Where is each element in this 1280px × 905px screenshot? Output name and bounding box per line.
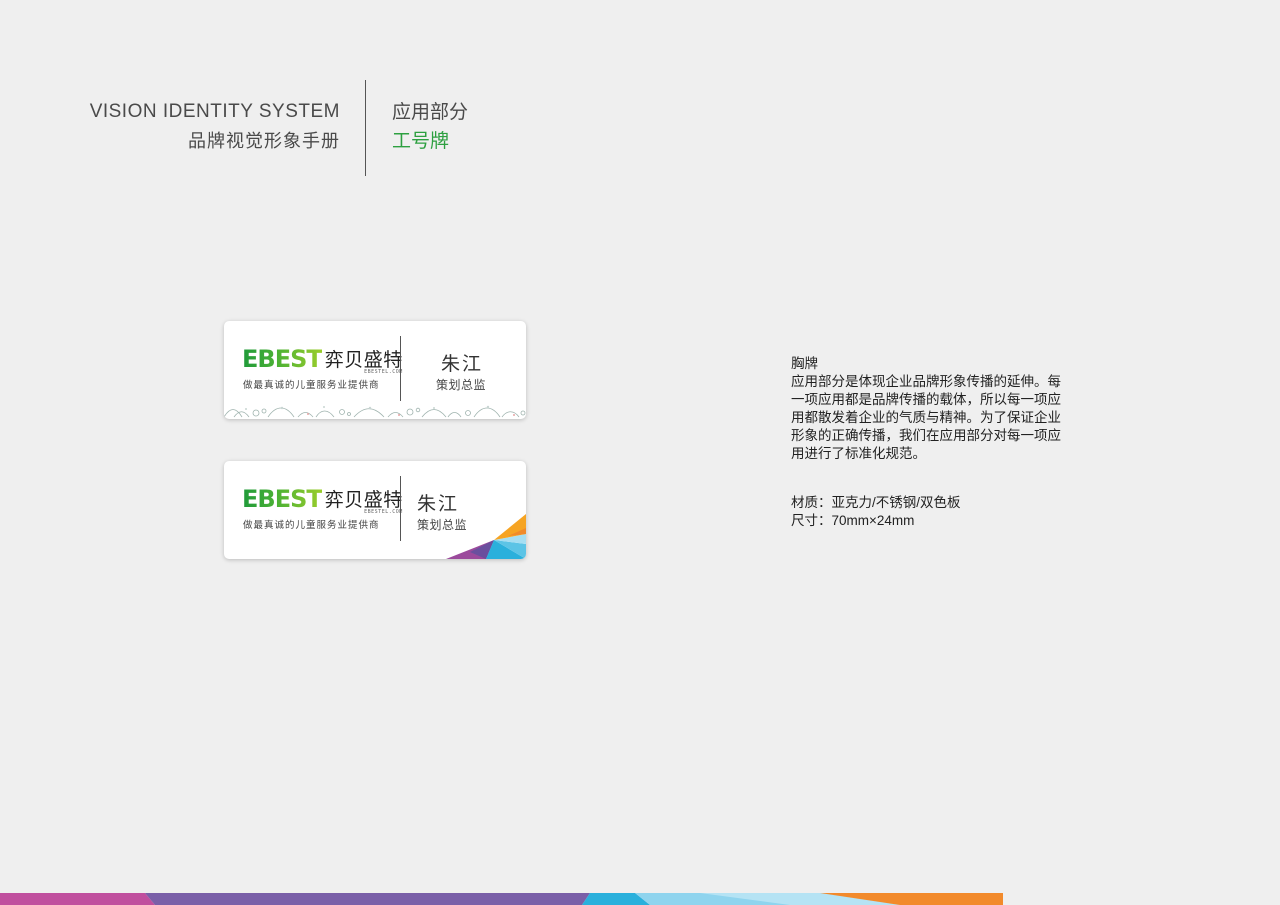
logo-wordmark-cn-group: 弈贝盛特 EBESTEL.COM: [324, 489, 403, 515]
brand-logo: EBEST 弈贝盛特 EBESTEL.COM: [242, 485, 403, 515]
person-title: 策划总监: [436, 378, 487, 392]
floral-border-decoration: [224, 405, 526, 418]
spec-material: 材质：亚克力/不锈钢/双色板: [791, 495, 961, 510]
description: 胸牌 应用部分是体现企业品牌形象传播的延伸。每一项应用都是品牌传播的载体，所以每…: [791, 355, 1071, 463]
name-badge-floral: EBEST 弈贝盛特 EBESTEL.COM 做最真诚的儿童服务业提供商 朱江 …: [224, 321, 526, 419]
description-heading: 胸牌: [791, 356, 818, 371]
brand-slogan: 做最真诚的儿童服务业提供商: [243, 380, 380, 391]
page-name: 工号牌: [392, 131, 450, 152]
person-name: 朱江: [441, 353, 484, 375]
header-title-cn: 品牌视觉形象手册: [188, 131, 340, 151]
logo-domain: EBESTEL.COM: [364, 369, 403, 375]
name-badge-geometric: EBEST 弈贝盛特 EBESTEL.COM 做最真诚的儿童服务业提供商 朱江 …: [224, 461, 526, 559]
color-stripe-footer: [0, 893, 1003, 905]
header-title-en: VISION IDENTITY SYSTEM: [89, 101, 340, 122]
logo-domain: EBESTEL.COM: [364, 509, 403, 515]
specifications: 材质：亚克力/不锈钢/双色板 尺寸：70mm×24mm: [791, 494, 961, 530]
header-divider: [365, 80, 366, 176]
person-name: 朱江: [417, 493, 460, 515]
logo-wordmark-cn: 弈贝盛特: [324, 349, 403, 371]
spec-size: 尺寸：70mm×24mm: [791, 513, 915, 528]
logo-wordmark-cn: 弈贝盛特: [324, 489, 403, 511]
header-left: VISION IDENTITY SYSTEM 品牌视觉形象手册: [90, 100, 340, 154]
brand-slogan: 做最真诚的儿童服务业提供商: [243, 520, 380, 531]
badge-divider: [400, 336, 401, 401]
section-name: 应用部分: [392, 102, 469, 123]
description-body: 应用部分是体现企业品牌形象传播的延伸。每一项应用都是品牌传播的载体，所以每一项应…: [791, 374, 1061, 461]
badge-divider: [400, 476, 401, 541]
header-right: 应用部分 工号牌: [392, 101, 468, 155]
triangle-corner-decoration: [446, 514, 526, 559]
logo-wordmark-en: EBEST: [242, 485, 323, 513]
logo-wordmark-en: EBEST: [242, 345, 323, 373]
logo-wordmark-cn-group: 弈贝盛特 EBESTEL.COM: [324, 349, 403, 375]
brand-logo: EBEST 弈贝盛特 EBESTEL.COM: [242, 345, 403, 375]
